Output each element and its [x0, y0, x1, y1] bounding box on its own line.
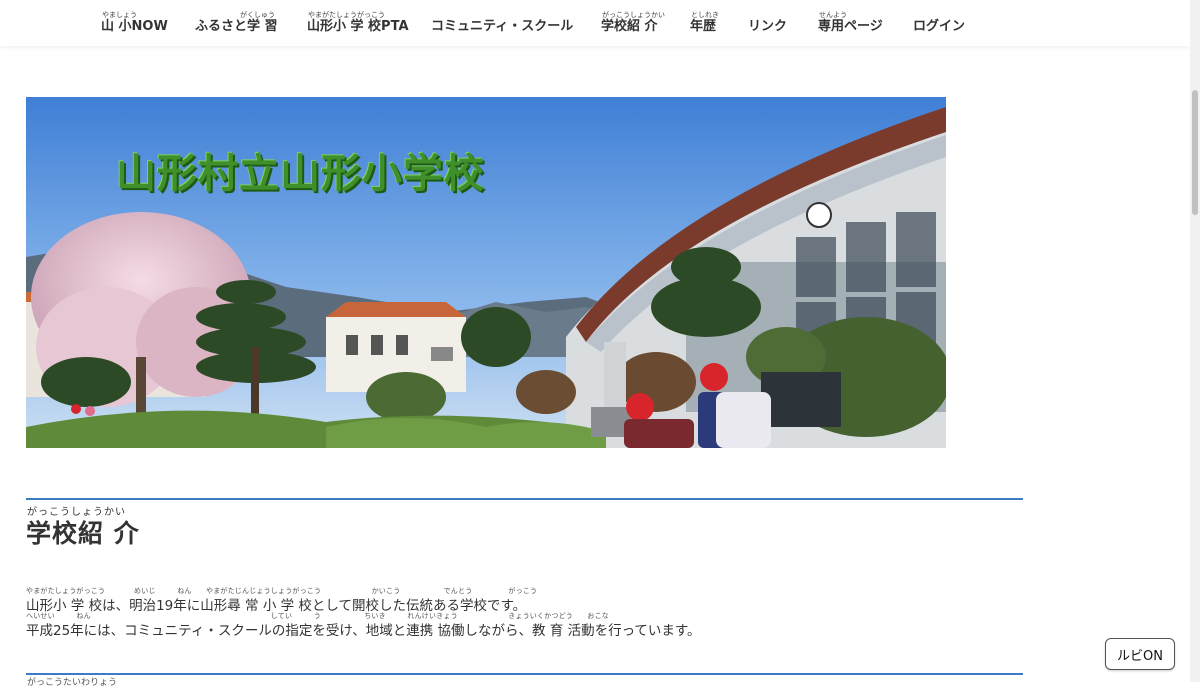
nav-label: コミュニティ・スクール [431, 19, 574, 34]
top-nav: やましょう 山 小NOW がくしゅう ふるさと学 習 やまがたしょうがっこう 山… [0, 0, 1190, 46]
nav-item-history[interactable]: としれき 年歴 [690, 0, 719, 46]
page-scrollbar[interactable] [1190, 0, 1200, 682]
section-divider [26, 498, 1023, 500]
nav-ruby [748, 11, 749, 19]
nav-label: リンク [748, 19, 788, 34]
nav-label: 山形小 学 校PTA [307, 19, 409, 34]
nav-ruby: がくしゅう [240, 11, 275, 19]
nav-ruby: せんよう [819, 11, 847, 19]
nav-item-members-page[interactable]: せんよう 専用ページ [818, 0, 883, 46]
nav-ruby [431, 11, 432, 19]
nav-ruby: としれき [691, 11, 719, 19]
ruby-toggle-button[interactable]: ルビON [1105, 638, 1175, 670]
nav-label: 学校紹 介 [601, 19, 658, 34]
nav-ruby: がっこうしょうかい [602, 11, 665, 19]
nav-label: 専用ページ [818, 19, 883, 34]
nav-item-school-intro[interactable]: がっこうしょうかい 学校紹 介 [601, 0, 665, 46]
banner-school-title: 山形村立山形小学校 [116, 151, 485, 197]
nav-ruby: やまがたしょうがっこう [308, 11, 385, 19]
nav-item-login[interactable]: ログイン [913, 0, 965, 46]
section-divider [26, 673, 1023, 675]
nav-label: 年歴 [690, 19, 717, 34]
nav-item-furusato[interactable]: がくしゅう ふるさと学 習 [195, 0, 278, 46]
nav-ruby: やましょう [102, 11, 137, 19]
scrollbar-thumb[interactable] [1192, 90, 1198, 215]
nav-item-community-school[interactable]: コミュニティ・スクール [431, 0, 573, 46]
nav-ruby [913, 11, 914, 19]
nav-label: ふるさと学 習 [195, 19, 278, 34]
nav-label: ログイン [913, 19, 966, 34]
nav-item-links[interactable]: リンク [748, 0, 787, 46]
intro-paragraph-2: 平成25年には、コミュニティ・スクールの指定を受け、地域と連携 協働しながら、教… [26, 623, 701, 639]
hero-banner: 山形村立山形小学校 [26, 97, 946, 448]
nav-item-yamasho-now[interactable]: やましょう 山 小NOW [101, 0, 168, 46]
nav-item-pta[interactable]: やまがたしょうがっこう 山形小 学 校PTA [307, 0, 409, 46]
nav-label: 山 小NOW [101, 19, 168, 34]
section-title: 学校紹 介 [26, 519, 140, 548]
